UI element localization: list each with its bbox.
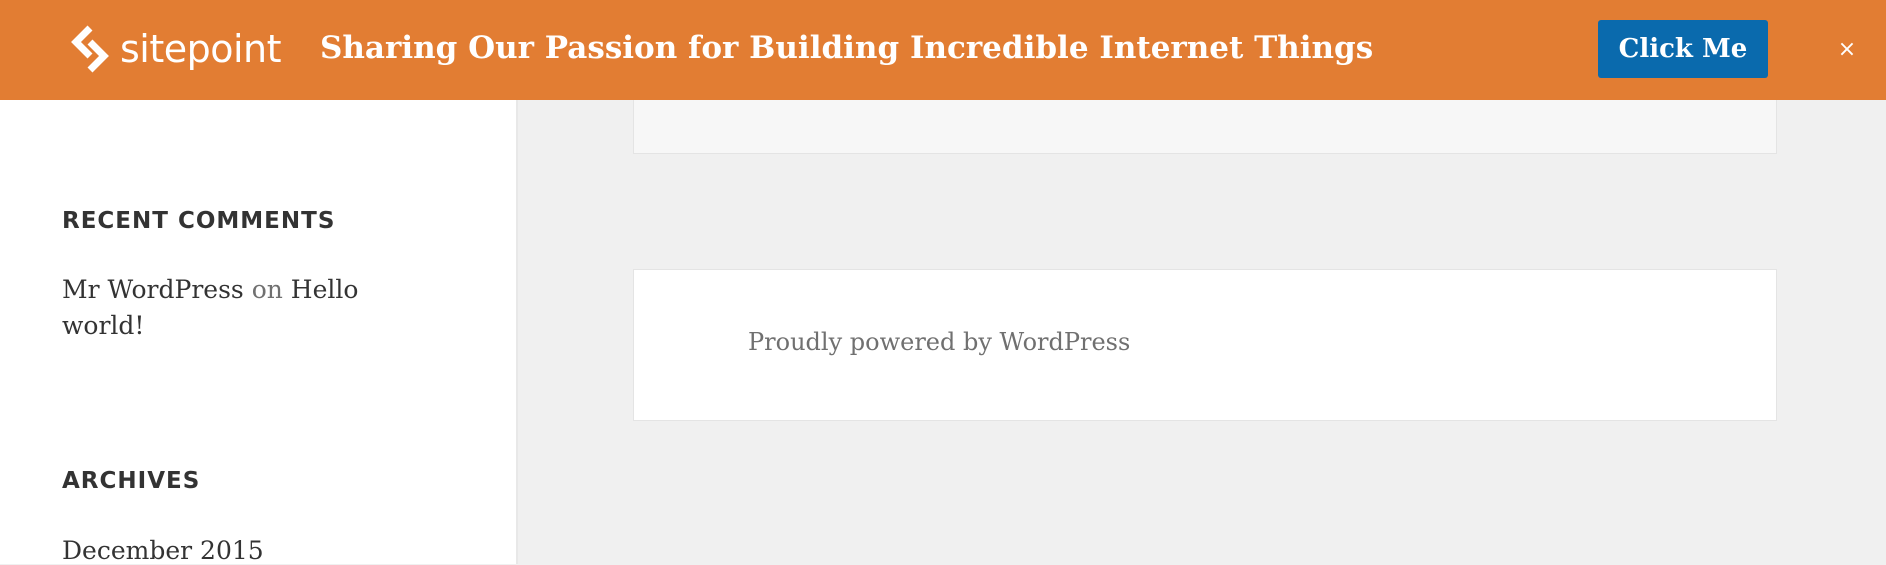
comment-connector: on	[251, 275, 283, 304]
comment-author-link[interactable]: Mr WordPress	[62, 275, 244, 304]
archives-widget: ARCHIVES December 2015	[62, 468, 402, 565]
recent-comments-widget: RECENT COMMENTS Mr WordPress on Hello wo…	[62, 208, 402, 344]
notification-tagline: Sharing Our Passion for Building Incredi…	[320, 30, 1374, 66]
sitepoint-logo[interactable]: sitepoint	[68, 24, 282, 74]
notification-bar: sitepoint Sharing Our Passion for Buildi…	[0, 0, 1886, 100]
recent-comments-title: RECENT COMMENTS	[62, 208, 336, 234]
powered-by-link[interactable]: Proudly powered by WordPress	[748, 328, 1130, 356]
archive-list: December 2015	[62, 536, 402, 565]
click-me-button[interactable]: Click Me	[1598, 20, 1768, 78]
close-icon[interactable]: ×	[1836, 34, 1858, 64]
comment-entry: Mr WordPress on Hello world!	[62, 272, 402, 344]
archive-link[interactable]: December 2015	[62, 536, 264, 565]
site-footer: Proudly powered by WordPress	[633, 269, 1777, 421]
archives-title: ARCHIVES	[62, 468, 201, 494]
logo-text: sitepoint	[120, 27, 282, 71]
sitepoint-logo-icon	[71, 25, 109, 73]
archive-item: December 2015	[62, 536, 402, 565]
